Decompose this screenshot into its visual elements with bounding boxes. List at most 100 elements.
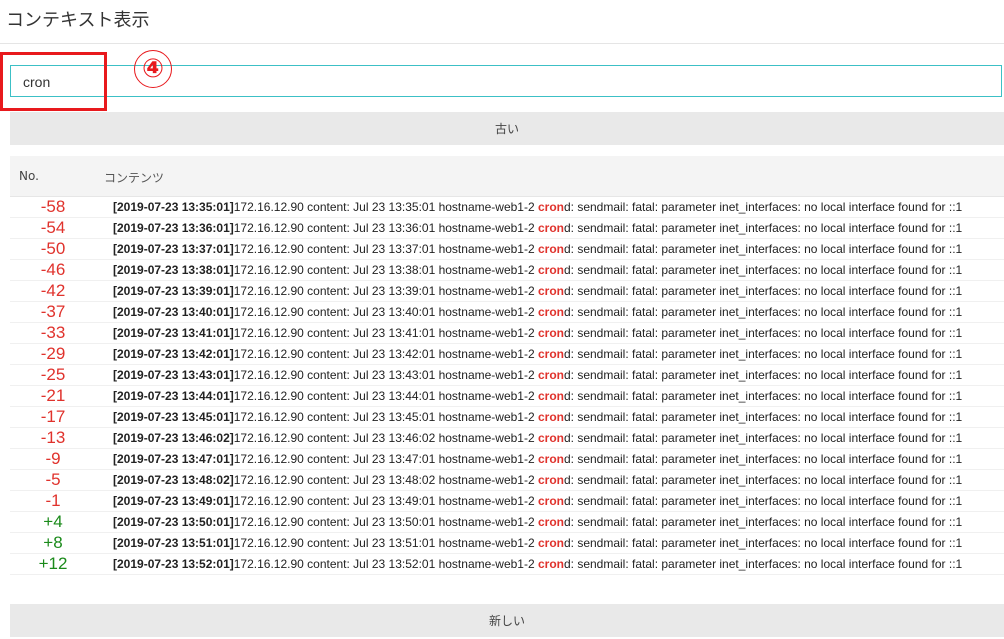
page-title: コンテキスト表示 [6, 10, 150, 31]
log-text: d: sendmail: fatal: parameter inet_inter… [563, 263, 963, 277]
search-match: cron [537, 221, 564, 235]
table-row: -5 [2019-07-23 13:48:02]172.16.12.90 cont… [10, 470, 1004, 491]
log-timestamp: [2019-07-23 13:42:01] [113, 347, 234, 361]
search-match: cron [537, 242, 564, 256]
row-number: -29 [40, 344, 66, 363]
log-text: 172.16.12.90 content: Jul 23 13:35:01 ho… [233, 200, 538, 214]
log-text: d: sendmail: fatal: parameter inet_inter… [563, 284, 963, 298]
log-text: 172.16.12.90 content: Jul 23 13:39:01 ho… [233, 284, 538, 298]
log-timestamp: [2019-07-23 13:44:01] [113, 389, 234, 403]
log-text: d: sendmail: fatal: parameter inet_inter… [563, 410, 963, 424]
log-text: d: sendmail: fatal: parameter inet_inter… [563, 221, 963, 235]
table-row: -1 [2019-07-23 13:49:01]172.16.12.90 cont… [10, 491, 1004, 512]
log-text: d: sendmail: fatal: parameter inet_inter… [563, 368, 963, 382]
log-timestamp: [2019-07-23 13:46:02] [113, 431, 234, 445]
table-row: -58 [2019-07-23 13:35:01]172.16.12.90 con… [10, 197, 1004, 218]
log-text: 172.16.12.90 content: Jul 23 13:48:02 ho… [233, 473, 538, 487]
search-match: cron [537, 326, 564, 340]
row-number: -1 [45, 491, 61, 510]
table-row: -13 [2019-07-23 13:46:02]172.16.12.90 con… [10, 428, 1004, 449]
log-text: 172.16.12.90 content: Jul 23 13:38:01 ho… [233, 263, 538, 277]
row-content: [2019-07-23 13:52:01]172.16.12.90 conten… [113, 554, 962, 575]
log-text: 172.16.12.90 content: Jul 23 13:49:01 ho… [233, 494, 538, 508]
row-number: -54 [40, 218, 66, 237]
table-row: +4 [2019-07-23 13:50:01]172.16.12.90 cont… [10, 512, 1004, 533]
row-content: [2019-07-23 13:49:01]172.16.12.90 conten… [113, 491, 962, 512]
table-row: -9 [2019-07-23 13:47:01]172.16.12.90 cont… [10, 449, 1004, 470]
row-content: [2019-07-23 13:40:01]172.16.12.90 conten… [113, 302, 962, 323]
older-button[interactable]: 古い [10, 112, 1004, 145]
table-header: No. コンテンツ [10, 156, 1004, 197]
log-text: d: sendmail: fatal: parameter inet_inter… [563, 515, 963, 529]
row-number: -58 [40, 197, 66, 216]
row-number: +4 [43, 512, 63, 531]
log-timestamp: [2019-07-23 13:47:01] [113, 452, 234, 466]
row-content: [2019-07-23 13:38:01]172.16.12.90 conten… [113, 260, 962, 281]
log-text: 172.16.12.90 content: Jul 23 13:41:01 ho… [233, 326, 538, 340]
log-text: 172.16.12.90 content: Jul 23 13:51:01 ho… [233, 536, 538, 550]
log-text: d: sendmail: fatal: parameter inet_inter… [563, 200, 963, 214]
row-number: -46 [40, 260, 66, 279]
table-row: -21 [2019-07-23 13:44:01]172.16.12.90 con… [10, 386, 1004, 407]
column-header-content: コンテンツ [104, 171, 165, 185]
search-match: cron [537, 305, 564, 319]
log-timestamp: [2019-07-23 13:38:01] [113, 263, 234, 277]
log-timestamp: [2019-07-23 13:39:01] [113, 284, 234, 298]
row-content: [2019-07-23 13:50:01]172.16.12.90 conten… [113, 512, 962, 533]
row-content: [2019-07-23 13:47:01]172.16.12.90 conten… [113, 449, 962, 470]
log-text: d: sendmail: fatal: parameter inet_inter… [563, 452, 963, 466]
log-text: d: sendmail: fatal: parameter inet_inter… [563, 347, 963, 361]
row-content: [2019-07-23 13:48:02]172.16.12.90 conten… [113, 470, 962, 491]
search-match: cron [537, 263, 564, 277]
row-number: -50 [40, 239, 66, 258]
log-timestamp: [2019-07-23 13:51:01] [113, 536, 234, 550]
row-number: +8 [43, 533, 63, 552]
row-number: -9 [45, 449, 61, 468]
row-content: [2019-07-23 13:44:01]172.16.12.90 conten… [113, 386, 962, 407]
table-row: -46 [2019-07-23 13:38:01]172.16.12.90 con… [10, 260, 1004, 281]
table-row: -54 [2019-07-23 13:36:01]172.16.12.90 con… [10, 218, 1004, 239]
log-text: 172.16.12.90 content: Jul 23 13:50:01 ho… [233, 515, 538, 529]
row-content: [2019-07-23 13:45:01]172.16.12.90 conten… [113, 407, 962, 428]
search-match: cron [537, 557, 564, 571]
log-timestamp: [2019-07-23 13:50:01] [113, 515, 234, 529]
search-match: cron [537, 536, 564, 550]
log-text: 172.16.12.90 content: Jul 23 13:37:01 ho… [233, 242, 538, 256]
row-content: [2019-07-23 13:41:01]172.16.12.90 conten… [113, 323, 962, 344]
row-number: -17 [40, 407, 66, 426]
row-number: -21 [40, 386, 66, 405]
search-match: cron [537, 284, 564, 298]
log-text: d: sendmail: fatal: parameter inet_inter… [563, 473, 963, 487]
row-number: -5 [45, 470, 61, 489]
newer-button[interactable]: 新しい [10, 604, 1004, 637]
log-timestamp: [2019-07-23 13:40:01] [113, 305, 234, 319]
table-row: +12 [2019-07-23 13:52:01]172.16.12.90 con… [10, 554, 1004, 575]
log-text: d: sendmail: fatal: parameter inet_inter… [563, 389, 963, 403]
log-timestamp: [2019-07-23 13:36:01] [113, 221, 234, 235]
row-number: +12 [38, 554, 68, 573]
row-number: -37 [40, 302, 66, 321]
log-timestamp: [2019-07-23 13:52:01] [113, 557, 234, 571]
log-table-body: -58 [2019-07-23 13:35:01]172.16.12.90 con… [10, 197, 1004, 575]
row-content: [2019-07-23 13:51:01]172.16.12.90 conten… [113, 533, 962, 554]
log-text: 172.16.12.90 content: Jul 23 13:46:02 ho… [233, 431, 538, 445]
row-number: -33 [40, 323, 66, 342]
log-text: 172.16.12.90 content: Jul 23 13:40:01 ho… [233, 305, 538, 319]
log-text: d: sendmail: fatal: parameter inet_inter… [563, 536, 963, 550]
search-match: cron [537, 368, 564, 382]
row-number: -25 [40, 365, 66, 384]
log-text: 172.16.12.90 content: Jul 23 13:45:01 ho… [233, 410, 538, 424]
search-match: cron [537, 200, 564, 214]
log-text: d: sendmail: fatal: parameter inet_inter… [563, 242, 963, 256]
log-text: 172.16.12.90 content: Jul 23 13:43:01 ho… [233, 368, 538, 382]
table-row: -17 [2019-07-23 13:45:01]172.16.12.90 con… [10, 407, 1004, 428]
log-text: d: sendmail: fatal: parameter inet_inter… [563, 326, 963, 340]
table-row: +8 [2019-07-23 13:51:01]172.16.12.90 cont… [10, 533, 1004, 554]
log-timestamp: [2019-07-23 13:43:01] [113, 368, 234, 382]
row-number: -42 [40, 281, 66, 300]
table-row: -42 [2019-07-23 13:39:01]172.16.12.90 con… [10, 281, 1004, 302]
annotation-highlight-box [0, 52, 107, 111]
search-match: cron [537, 389, 564, 403]
row-content: [2019-07-23 13:46:02]172.16.12.90 conten… [113, 428, 962, 449]
log-text: 172.16.12.90 content: Jul 23 13:36:01 ho… [233, 221, 538, 235]
